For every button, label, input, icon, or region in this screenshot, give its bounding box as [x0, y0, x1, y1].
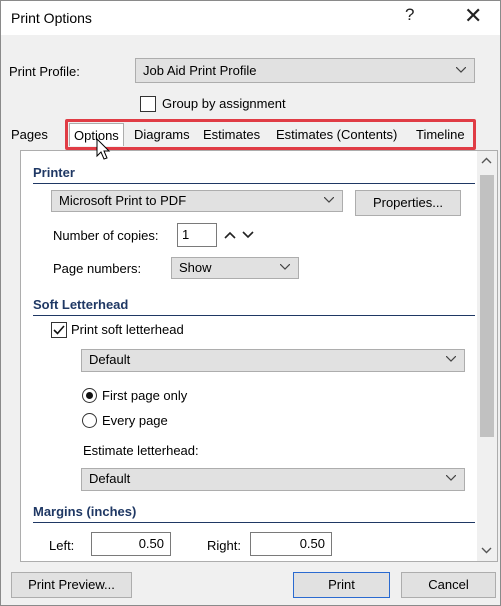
title-bar: Print Options ? ✕ [1, 1, 500, 35]
chevron-down-icon [446, 350, 456, 370]
options-scrollbar[interactable] [477, 151, 497, 561]
margin-right-label: Right: [207, 538, 241, 553]
first-page-only-radio[interactable] [82, 388, 97, 403]
printer-value: Microsoft Print to PDF [59, 193, 187, 208]
mouse-cursor-icon [96, 138, 111, 160]
copies-down-icon[interactable] [242, 231, 254, 239]
estimate-letterhead-dropdown[interactable]: Default [81, 468, 465, 491]
copies-input[interactable]: 1 [177, 223, 217, 247]
tab-highlight-box [65, 119, 476, 150]
print-button[interactable]: Print [293, 572, 390, 598]
tab-pages[interactable]: Pages [11, 127, 48, 142]
chevron-down-icon [324, 191, 334, 211]
page-numbers-value: Show [179, 260, 212, 275]
printer-heading: Printer [33, 165, 475, 184]
margin-left-label: Left: [49, 538, 75, 553]
dialog-title: Print Options [11, 10, 92, 26]
margin-right-input[interactable]: 0.50 [250, 532, 332, 556]
page-numbers-label: Page numbers: [53, 261, 142, 276]
options-panel: Printer Microsoft Print to PDF Propertie… [20, 150, 498, 562]
print-profile-dropdown[interactable]: Job Aid Print Profile [135, 58, 475, 83]
letterhead-heading: Soft Letterhead [33, 297, 475, 316]
print-profile-value: Job Aid Print Profile [143, 63, 257, 78]
every-page-label: Every page [102, 413, 168, 428]
margin-left-input[interactable]: 0.50 [91, 532, 171, 556]
chevron-down-icon [456, 61, 466, 81]
print-letterhead-checkbox[interactable] [51, 322, 67, 338]
copies-label: Number of copies: [53, 228, 159, 243]
print-letterhead-label: Print soft letterhead [71, 322, 184, 337]
chevron-down-icon [280, 258, 290, 278]
group-by-assignment-checkbox[interactable] [140, 96, 156, 112]
every-page-radio[interactable] [82, 413, 97, 428]
estimate-letterhead-label: Estimate letterhead: [83, 443, 199, 458]
help-icon[interactable]: ? [405, 5, 414, 25]
group-by-assignment-label: Group by assignment [162, 96, 286, 111]
close-icon[interactable]: ✕ [464, 3, 482, 29]
print-options-dialog: Print Options ? ✕ Print Profile: Job Aid… [0, 0, 501, 606]
scroll-down-icon[interactable] [481, 547, 492, 554]
printer-dropdown[interactable]: Microsoft Print to PDF [51, 190, 343, 212]
checkmark-icon [53, 325, 65, 335]
page-numbers-dropdown[interactable]: Show [171, 257, 299, 279]
estimate-letterhead-value: Default [89, 471, 131, 486]
print-preview-button[interactable]: Print Preview... [11, 572, 132, 598]
chevron-down-icon [446, 469, 456, 489]
first-page-only-label: First page only [102, 388, 188, 403]
letterhead-style-dropdown[interactable]: Default [81, 349, 465, 372]
scroll-thumb[interactable] [480, 175, 494, 437]
cancel-button[interactable]: Cancel [401, 572, 496, 598]
letterhead-style-value: Default [89, 352, 131, 367]
properties-button[interactable]: Properties... [355, 190, 461, 216]
print-profile-label: Print Profile: [9, 64, 80, 79]
scroll-up-icon[interactable] [481, 157, 492, 164]
copies-up-icon[interactable] [224, 231, 236, 239]
margins-heading: Margins (inches) [33, 504, 475, 523]
